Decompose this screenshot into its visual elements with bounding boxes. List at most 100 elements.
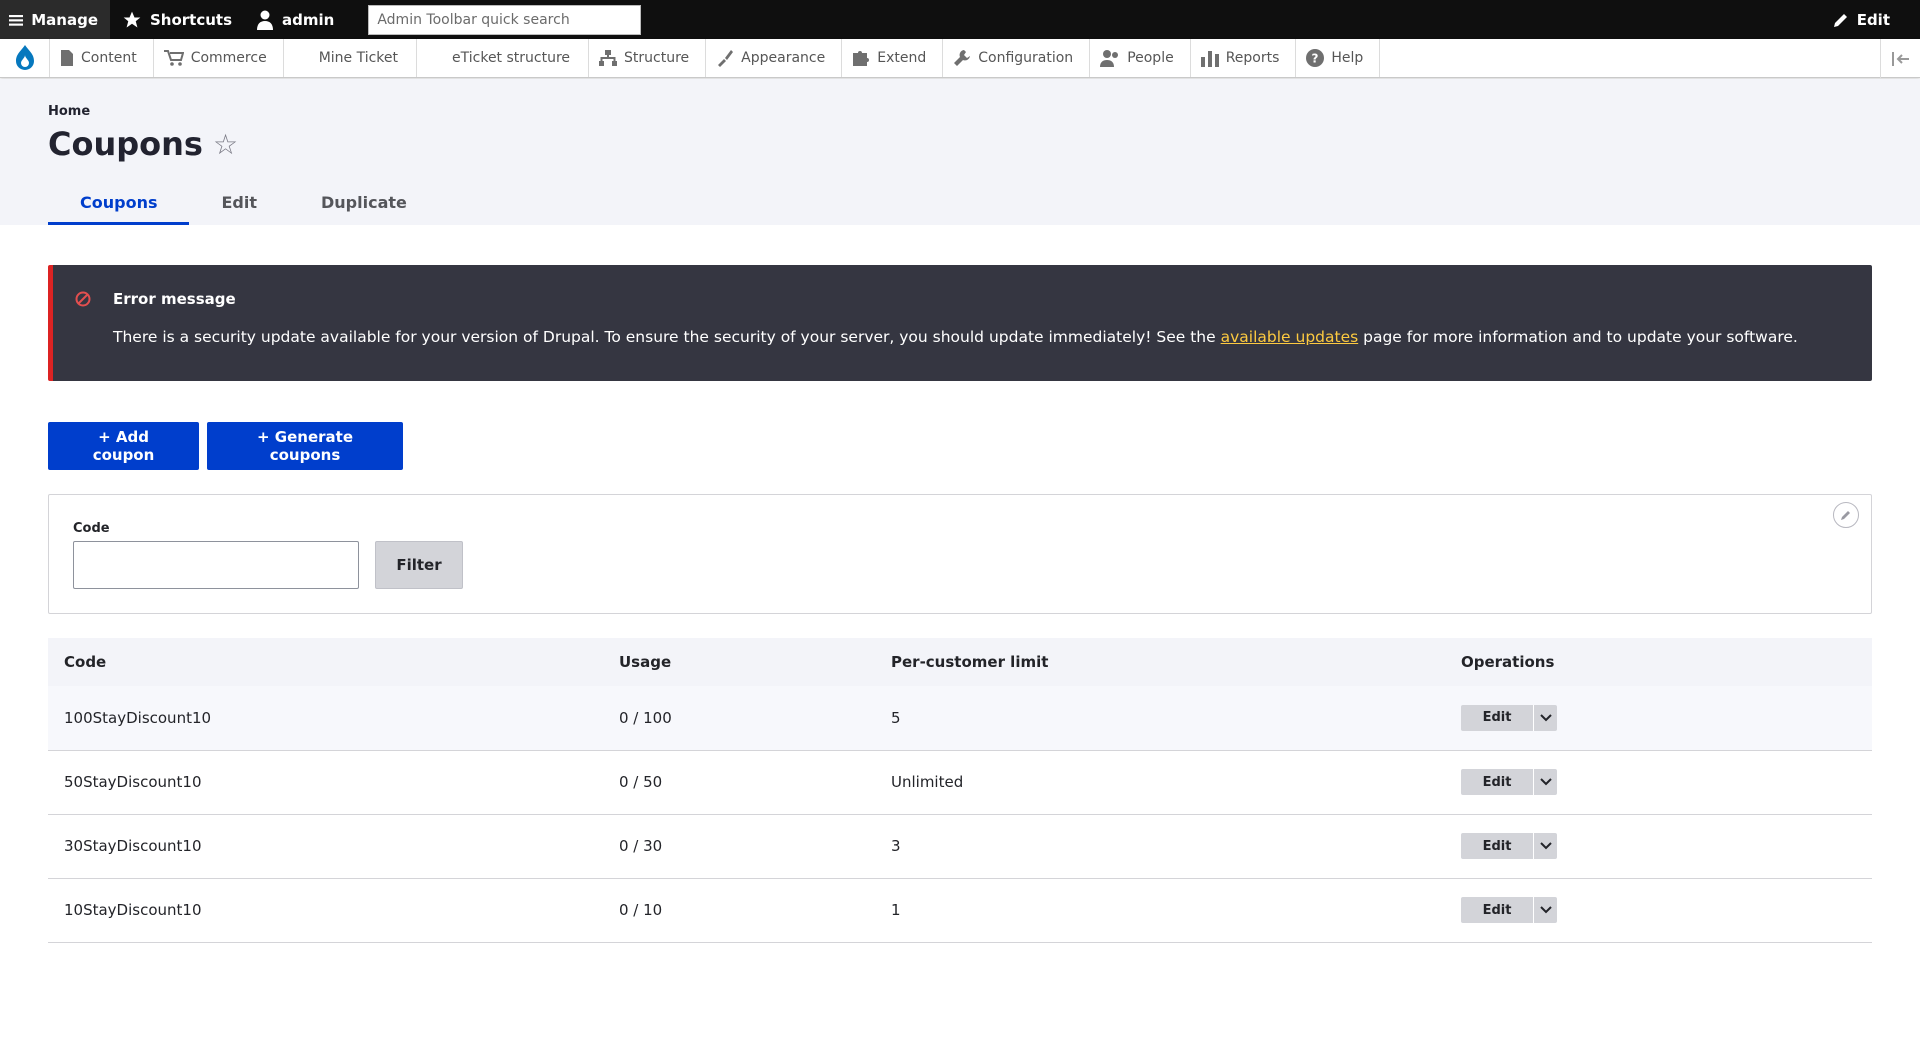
edit-coupon-button[interactable]: Edit	[1461, 833, 1533, 859]
available-updates-link[interactable]: available updates	[1221, 328, 1359, 346]
table-row: 100StayDiscount10 0 / 100 5 Edit	[48, 686, 1872, 751]
exposed-filter-form: Code Filter	[48, 494, 1872, 614]
coupon-code: 30StayDiscount10	[48, 814, 603, 879]
operations-toggle[interactable]	[1533, 833, 1557, 859]
tray-item-content[interactable]: Content	[50, 39, 154, 77]
tab-edit[interactable]: Edit	[189, 181, 289, 225]
operations-toggle[interactable]	[1533, 769, 1557, 795]
shortcuts-label: Shortcuts	[150, 10, 233, 29]
tray-item-label: People	[1127, 50, 1174, 66]
chevron-down-icon	[1539, 778, 1552, 786]
chevron-down-icon	[1539, 842, 1552, 850]
tray-item-label: Structure	[624, 50, 690, 66]
chevron-down-icon	[1539, 714, 1552, 722]
error-message-title: Error message	[113, 290, 236, 308]
hamburger-icon	[9, 14, 24, 26]
tray-item-configuration[interactable]: Configuration	[943, 39, 1091, 77]
star-icon	[123, 11, 141, 27]
operations-cell: Edit	[1445, 878, 1872, 943]
primary-tabs: Coupons Edit Duplicate	[48, 181, 439, 225]
breadcrumb[interactable]: Home	[48, 104, 90, 119]
operations-dropbutton: Edit	[1461, 833, 1557, 859]
shortcut-star-icon[interactable]: ☆	[213, 128, 238, 161]
column-header-limit: Per-customer limit	[891, 653, 1049, 671]
tray-item-label: Reports	[1225, 50, 1280, 66]
column-header-code: Code	[64, 653, 107, 671]
tray-item-appearance[interactable]: Appearance	[706, 39, 843, 77]
page-header: Home Coupons ☆ Coupons Edit Duplicate	[0, 79, 1920, 225]
tray-item-people[interactable]: People	[1090, 39, 1191, 77]
help-icon: ?	[1306, 49, 1325, 67]
operations-dropbutton: Edit	[1461, 769, 1557, 795]
tray-item-structure[interactable]: Structure	[589, 39, 707, 77]
tray-item-label: Content	[81, 50, 137, 66]
admin-quick-search-input[interactable]	[368, 4, 642, 35]
operations-cell: Edit	[1445, 750, 1872, 815]
column-header-usage: Usage	[619, 653, 672, 671]
page-title-text: Coupons	[48, 125, 203, 163]
svg-text:?: ?	[1312, 52, 1319, 66]
table-header-row: Code Usage Per-customer limit Operations	[48, 638, 1872, 686]
tab-label: Duplicate	[321, 193, 407, 212]
tray-item-label: Appearance	[741, 50, 826, 66]
tab-label: Edit	[221, 193, 257, 212]
coupons-table: Code Usage Per-customer limit Operations…	[48, 638, 1872, 943]
manage-tab[interactable]: Manage	[0, 0, 110, 39]
sitemap-icon	[599, 50, 618, 66]
tray-item-label: Extend	[877, 50, 927, 66]
tray-item-commerce[interactable]: Commerce	[154, 39, 284, 77]
coupon-limit: 1	[875, 878, 1445, 943]
operations-toggle[interactable]	[1533, 704, 1557, 731]
edit-coupon-button[interactable]: Edit	[1461, 769, 1533, 795]
coupon-limit: Unlimited	[875, 750, 1445, 815]
breadcrumb-home[interactable]: Home	[48, 104, 90, 119]
error-message-text: There is a security update available for…	[113, 328, 1798, 346]
table-row: 30StayDiscount10 0 / 30 3 Edit	[48, 814, 1872, 879]
tray-item-mine-ticket[interactable]: Mine Ticket	[284, 39, 418, 77]
tab-coupons[interactable]: Coupons	[48, 181, 190, 225]
column-header-operations: Operations	[1461, 653, 1555, 671]
contextual-links-toggle[interactable]	[1833, 502, 1859, 528]
coupon-code: 10StayDiscount10	[48, 878, 603, 943]
tray-item-extend[interactable]: Extend	[842, 39, 944, 77]
tray-item-label: eTicket structure	[452, 50, 571, 66]
pencil-icon	[1833, 13, 1847, 27]
bar-chart-icon	[1200, 51, 1219, 67]
tray-item-reports[interactable]: Reports	[1191, 39, 1297, 77]
tray-orientation-toggle[interactable]	[1880, 39, 1920, 78]
coupon-usage: 0 / 100	[603, 686, 875, 751]
operations-toggle[interactable]	[1533, 897, 1557, 923]
code-filter-label: Code	[73, 521, 110, 536]
coupon-code: 100StayDiscount10	[48, 686, 603, 751]
filter-button[interactable]: Filter	[375, 541, 463, 589]
tray-item-help[interactable]: ? Help	[1296, 39, 1381, 77]
user-icon	[257, 10, 274, 30]
drupal-logo[interactable]	[0, 39, 50, 77]
edit-coupon-button[interactable]: Edit	[1461, 897, 1533, 923]
operations-dropbutton: Edit	[1461, 704, 1557, 731]
collapse-left-icon	[1891, 51, 1909, 66]
user-label: admin	[282, 10, 335, 29]
generate-coupons-button[interactable]: + Generate coupons	[207, 422, 403, 470]
error-icon	[75, 291, 91, 307]
tab-duplicate[interactable]: Duplicate	[289, 181, 439, 225]
add-coupon-button[interactable]: + Add coupon	[48, 422, 199, 470]
shortcuts-tab[interactable]: Shortcuts	[110, 0, 244, 39]
edit-coupon-button[interactable]: Edit	[1461, 704, 1533, 731]
table-row: 10StayDiscount10 0 / 10 1 Edit	[48, 878, 1872, 943]
edit-mode-button[interactable]: Edit	[1821, 0, 1902, 39]
chevron-down-icon	[1539, 906, 1552, 914]
pencil-icon	[1841, 511, 1850, 520]
message-text-after: page for more information and to update …	[1358, 328, 1798, 346]
coupon-usage: 0 / 10	[603, 878, 875, 943]
tray-item-label: Commerce	[190, 50, 267, 66]
cart-icon	[163, 50, 184, 66]
drupal-drop-icon	[15, 45, 34, 70]
operations-cell: Edit	[1445, 814, 1872, 879]
code-filter-input[interactable]	[73, 541, 359, 589]
user-tab[interactable]: admin	[244, 0, 346, 39]
page-title: Coupons ☆	[48, 125, 238, 163]
tray-item-eticket-structure[interactable]: eTicket structure	[417, 39, 590, 77]
coupon-code: 50StayDiscount10	[48, 750, 603, 815]
file-icon	[61, 50, 73, 66]
